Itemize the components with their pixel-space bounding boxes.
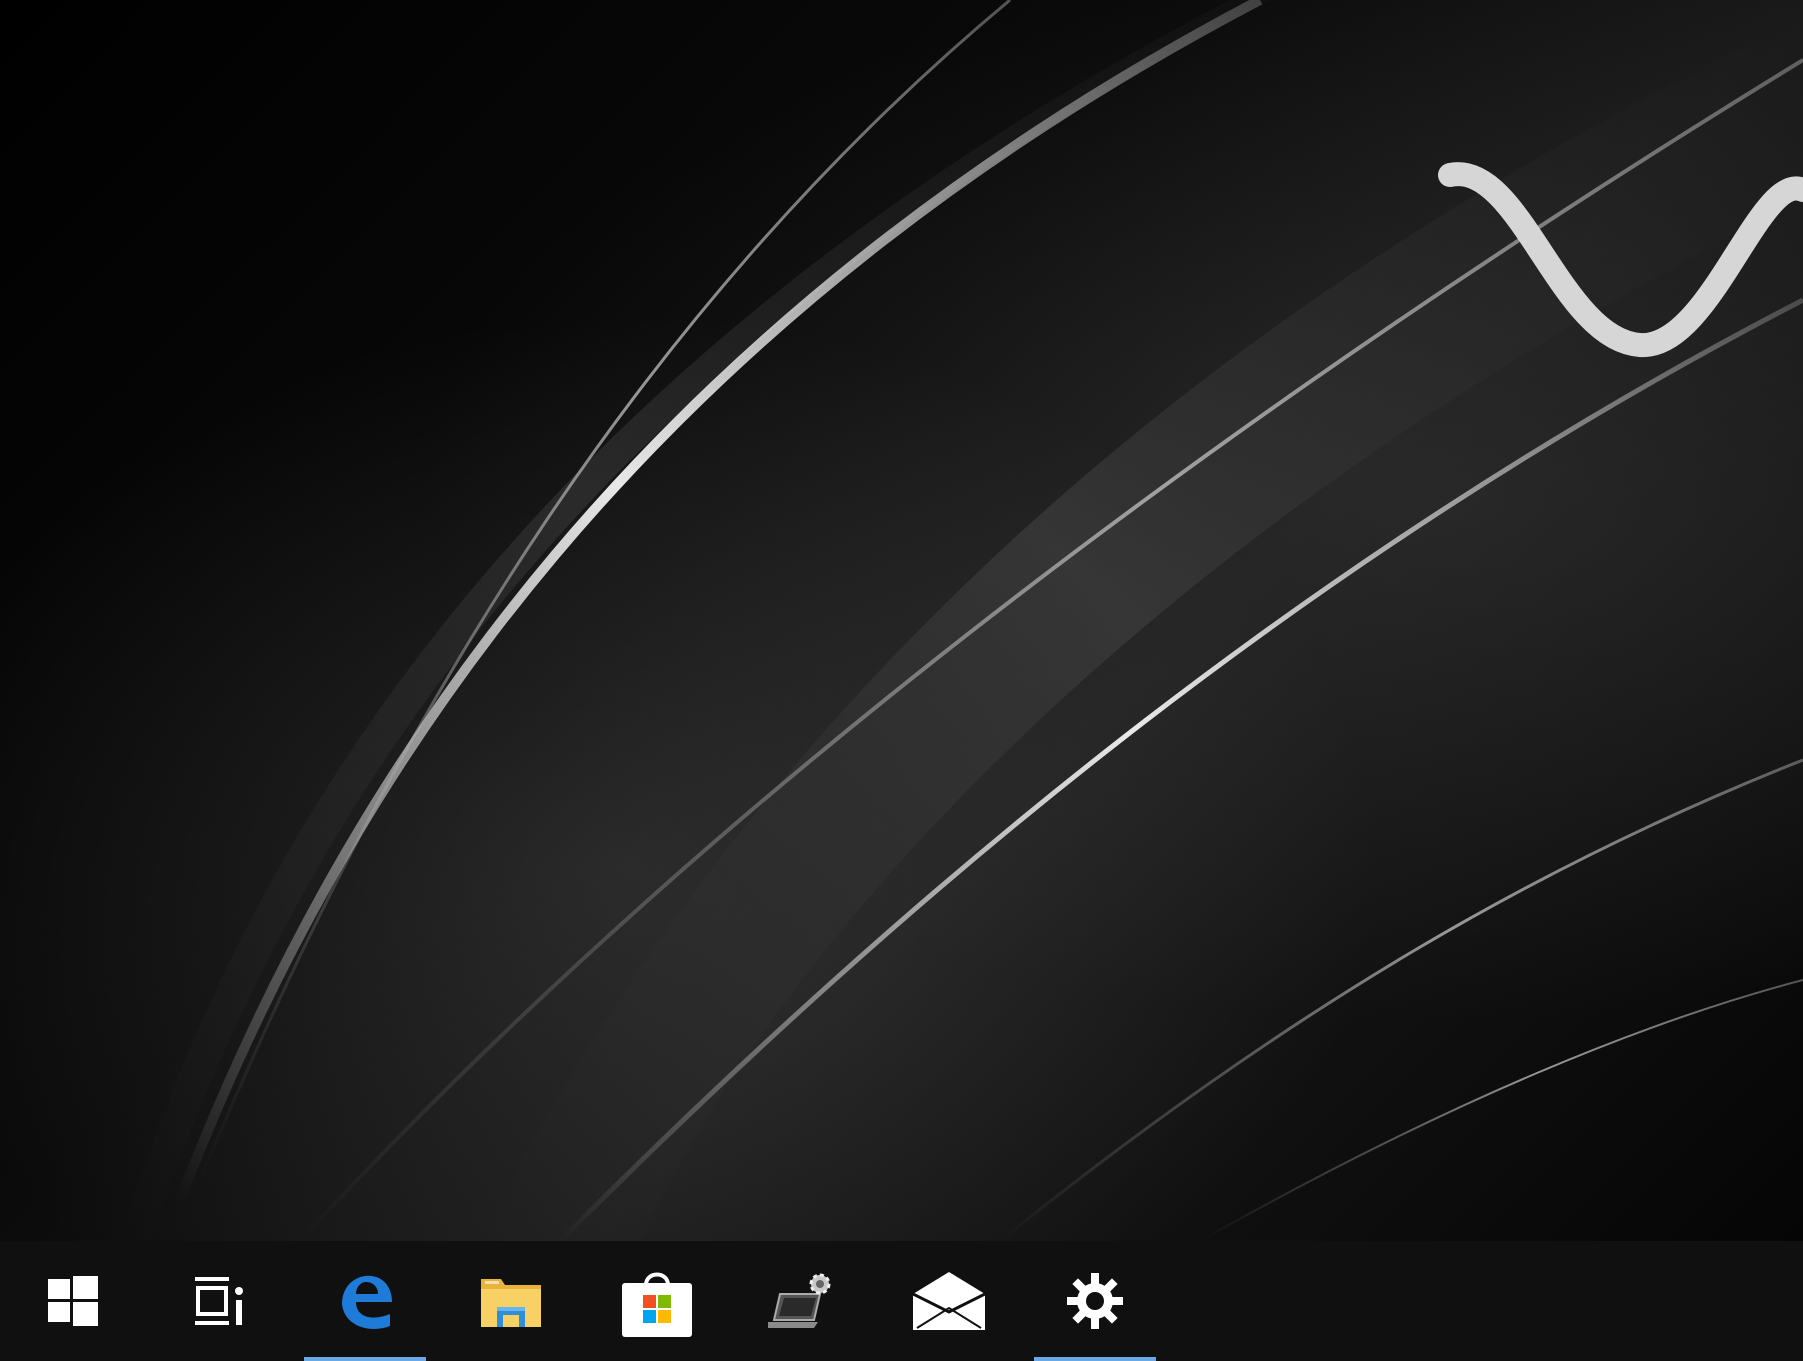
edge-taskbar-button[interactable] [292,1241,438,1361]
folder-icon [481,1279,541,1327]
gear-icon [1067,1273,1123,1329]
desktop-wallpaper[interactable] [0,0,1803,1241]
laptop-gear-icon [768,1273,831,1328]
store-button[interactable] [584,1241,730,1361]
task-view-button[interactable] [146,1241,292,1361]
system-settings-legacy-button[interactable] [730,1241,876,1361]
edge-browser-icon [342,1275,392,1330]
store-bag-icon [622,1272,692,1337]
windows-logo-icon [48,1276,98,1326]
task-view-icon [195,1277,243,1325]
mail-envelope-icon [913,1272,985,1330]
start-button[interactable] [0,1241,146,1361]
desktop-screen [0,0,1803,1361]
settings-button[interactable] [1022,1241,1168,1361]
wallpaper-curves [120,0,1803,1241]
mail-button[interactable] [876,1241,1022,1361]
taskbar [0,1241,1803,1361]
file-explorer-button[interactable] [438,1241,584,1361]
